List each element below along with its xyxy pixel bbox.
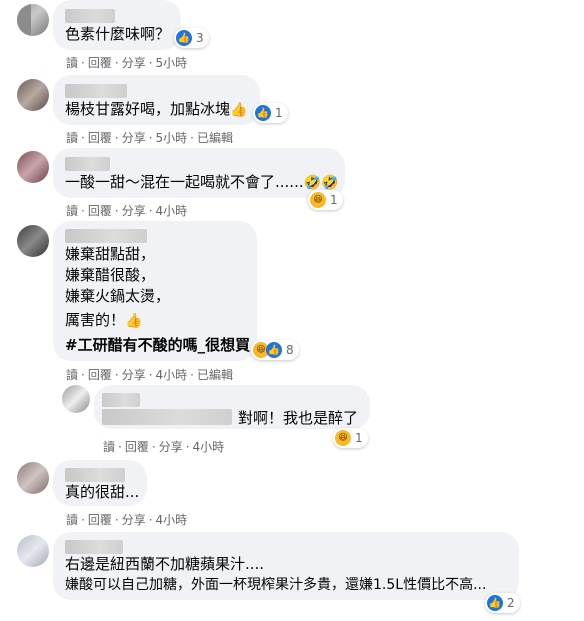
share-link[interactable]: 分享	[122, 513, 146, 527]
edited-label[interactable]: 已編輯	[197, 368, 233, 382]
comment-text: 對啊！我也是醉了	[238, 409, 359, 427]
mention-redacted[interactable]	[102, 409, 232, 425]
commenter-name-redacted[interactable]	[102, 393, 140, 407]
comment-actions: 讀 · 回覆 · 分享 · 4小時	[66, 513, 188, 527]
thumbs-up-emoji: 👍	[230, 102, 248, 118]
share-link[interactable]: 分享	[122, 56, 146, 70]
reply-link[interactable]: 回覆	[125, 440, 149, 454]
comment-actions: 讀 · 回覆 · 分享 · 4小時 · 已編輯	[66, 368, 234, 382]
reaction-summary[interactable]: 😆 👍 8	[251, 340, 299, 360]
timestamp[interactable]: 5小時	[156, 131, 188, 145]
avatar[interactable]	[17, 151, 49, 183]
rofl-emoji: 🤣🤣	[303, 175, 339, 191]
avatar[interactable]	[62, 385, 90, 413]
reaction-summary[interactable]: 👍 3	[174, 28, 209, 48]
comment-bubble: 色素什麼味啊？	[53, 0, 181, 50]
comment-line-1: 嫌棄甜點甜，	[65, 245, 156, 263]
commenter-name-redacted[interactable]	[65, 9, 115, 23]
comment-bubble: 對啊！我也是醉了	[94, 385, 370, 429]
share-link[interactable]: 分享	[122, 368, 146, 382]
commenter-name-redacted[interactable]	[65, 157, 110, 171]
like-icon: 👍	[176, 30, 192, 46]
thumbs-up-emoji: 👍	[125, 313, 143, 329]
haha-icon: 😆	[335, 430, 351, 446]
comment-line-2: 嫌酸可以自己加糖，外面一杯現榨果汁多貴，還嫌1.5L性價比不高...	[65, 577, 487, 593]
comment-actions: 讀 · 回覆 · 分享 · 5小時 · 已編輯	[66, 131, 234, 145]
avatar[interactable]	[17, 79, 49, 111]
commenter-name-redacted[interactable]	[65, 468, 125, 482]
commenter-name-redacted[interactable]	[65, 229, 147, 243]
timestamp[interactable]: 4小時	[156, 368, 188, 382]
comment-text: 楊枝甘露好喝，加點冰塊👍	[65, 100, 248, 118]
share-link[interactable]: 分享	[122, 204, 146, 218]
avatar[interactable]	[17, 462, 49, 494]
comment-text: 色素什麼味啊？	[65, 25, 171, 43]
reaction-summary[interactable]: 👍 1	[253, 103, 288, 123]
hashtag-link[interactable]: #工研醋有不酸的嗎_很想買	[65, 335, 250, 355]
like-icon: 👍	[266, 342, 282, 358]
timestamp[interactable]: 4小時	[156, 513, 188, 527]
comment-text: 真的很甜...	[65, 483, 140, 501]
comment-text: 一酸一甜～混在一起喝就不會了......🤣🤣	[65, 173, 339, 191]
reply-link[interactable]: 回覆	[88, 131, 112, 145]
read-link[interactable]: 讀	[103, 440, 115, 454]
reaction-summary[interactable]: 😆 1	[308, 190, 343, 210]
timestamp[interactable]: 4小時	[193, 440, 225, 454]
comment-line-3: 嫌棄火鍋太燙，	[65, 287, 171, 305]
reply-link[interactable]: 回覆	[88, 204, 112, 218]
like-icon: 👍	[255, 105, 271, 121]
like-icon: 👍	[487, 595, 503, 611]
share-link[interactable]: 分享	[159, 440, 183, 454]
avatar[interactable]	[17, 4, 49, 36]
comment-line-4: 厲害的！👍	[65, 311, 143, 329]
commenter-name-redacted[interactable]	[65, 84, 127, 98]
commenter-name-redacted[interactable]	[65, 540, 123, 554]
reaction-summary[interactable]: 😆 1	[333, 428, 368, 448]
read-link[interactable]: 讀	[66, 368, 78, 382]
comment-line-1: 右邊是紐西蘭不加糖蘋果汁....	[65, 555, 265, 573]
read-link[interactable]: 讀	[66, 513, 78, 527]
comment-bubble: 楊枝甘露好喝，加點冰塊👍	[53, 75, 260, 125]
share-link[interactable]: 分享	[122, 131, 146, 145]
timestamp[interactable]: 4小時	[156, 204, 188, 218]
comment-bubble: 一酸一甜～混在一起喝就不會了......🤣🤣	[53, 148, 345, 198]
reply-link[interactable]: 回覆	[88, 56, 112, 70]
edited-label[interactable]: 已編輯	[197, 131, 233, 145]
reaction-summary[interactable]: 👍 2	[485, 593, 520, 613]
comment-bubble: 右邊是紐西蘭不加糖蘋果汁.... 嫌酸可以自己加糖，外面一杯現榨果汁多貴，還嫌1…	[53, 532, 519, 600]
avatar[interactable]	[17, 225, 49, 257]
avatar[interactable]	[17, 535, 49, 567]
reply-link[interactable]: 回覆	[88, 368, 112, 382]
timestamp[interactable]: 5小時	[156, 56, 188, 70]
read-link[interactable]: 讀	[66, 204, 78, 218]
comment-bubble: 真的很甜...	[53, 460, 147, 506]
comment-line-2: 嫌棄醋很酸，	[65, 266, 156, 284]
comment-actions: 讀 · 回覆 · 分享 · 4小時	[66, 204, 188, 218]
read-link[interactable]: 讀	[66, 56, 78, 70]
comment-actions: 讀 · 回覆 · 分享 · 5小時	[66, 56, 188, 70]
comment-bubble: 嫌棄甜點甜， 嫌棄醋很酸， 嫌棄火鍋太燙， 厲害的！👍 #工研醋有不酸的嗎_很想…	[53, 221, 257, 361]
haha-icon: 😆	[310, 192, 326, 208]
reply-link[interactable]: 回覆	[88, 513, 112, 527]
read-link[interactable]: 讀	[66, 131, 78, 145]
comment-actions: 讀 · 回覆 · 分享 · 4小時	[103, 440, 225, 454]
